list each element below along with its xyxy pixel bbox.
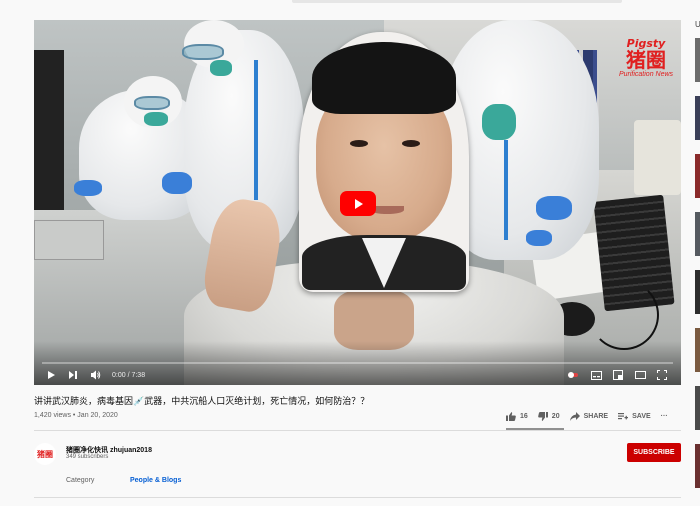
more-icon: ··· (660, 413, 668, 420)
subtitles-button[interactable] (587, 366, 605, 384)
like-count: 16 (520, 413, 528, 420)
dislike-button[interactable]: 20 (537, 412, 560, 421)
play-icon (48, 371, 55, 379)
video-actions: 16 20 SHARE SAVE ··· (506, 412, 668, 421)
theater-icon (634, 371, 646, 379)
category-link[interactable]: People & Blogs (130, 477, 181, 484)
share-label: SHARE (583, 413, 609, 420)
sidebar-thumbnail[interactable] (695, 444, 700, 488)
category-label: Category (66, 477, 95, 484)
sidebar-thumbnail[interactable] (695, 212, 700, 256)
sidebar-header-text: U (695, 20, 700, 29)
dislike-count: 20 (551, 413, 560, 420)
watermark-bottom-text: Purification News (618, 71, 674, 78)
next-button[interactable] (64, 366, 82, 384)
subscribe-button[interactable]: SUBSCRIBE (627, 443, 681, 462)
play-icon (355, 198, 363, 209)
fullscreen-button[interactable] (653, 366, 671, 384)
sidebar-thumbnail[interactable] (695, 270, 700, 314)
volume-icon (90, 370, 100, 380)
like-button[interactable]: 16 (506, 412, 528, 421)
volume-button[interactable] (86, 366, 104, 384)
channel-avatar[interactable]: 猪圈 (34, 443, 56, 465)
save-label: SAVE (632, 413, 651, 420)
subscriber-count: 349 subscribers (66, 454, 109, 460)
sidebar-thumbnail[interactable] (695, 38, 700, 82)
subtitles-icon (590, 370, 602, 380)
sidebar-thumbnail[interactable] (695, 154, 700, 198)
thumbs-down-icon (537, 412, 548, 421)
share-icon (569, 412, 580, 421)
channel-watermark-logo: Pigsty 猪圈 Purification News (616, 38, 676, 79)
sidebar-thumbnail[interactable] (695, 96, 700, 140)
play-button[interactable] (42, 366, 60, 384)
page: Pigsty 猪圈 Purification News 0:00 / 7:38 (0, 0, 700, 506)
fullscreen-icon (657, 370, 667, 380)
autoplay-icon (568, 372, 578, 378)
theater-mode-button[interactable] (631, 366, 649, 384)
playlist-add-icon (618, 413, 629, 420)
settings-button[interactable] (609, 366, 627, 384)
video-title: 讲讲武汉肺炎，病毒基因💉武器，中共沉船人口灭绝计划，死亡情况，如何防治？？ (34, 396, 370, 406)
miniplayer-icon (613, 370, 623, 380)
sidebar-thumbnail[interactable] (695, 386, 700, 430)
watermark-main-text: 猪圈 (626, 48, 666, 72)
save-button[interactable]: SAVE (618, 412, 651, 421)
skip-next-icon (69, 371, 77, 379)
video-player[interactable]: Pigsty 猪圈 Purification News 0:00 / 7:38 (34, 20, 681, 385)
view-count-date: 1,420 views • Jan 20, 2020 (34, 412, 118, 419)
share-button[interactable]: SHARE (569, 412, 609, 421)
time-display: 0:00 / 7:38 (112, 371, 146, 379)
more-actions-button[interactable]: ··· (661, 413, 668, 420)
big-play-button[interactable] (340, 191, 376, 216)
player-controls: 0:00 / 7:38 (34, 365, 681, 385)
progress-bar[interactable] (42, 362, 673, 364)
divider (34, 497, 681, 498)
thumbs-up-icon (506, 412, 516, 421)
divider (34, 430, 681, 431)
autoplay-toggle[interactable] (565, 366, 583, 384)
search-bar[interactable] (292, 0, 622, 3)
sidebar-thumbnail[interactable] (695, 328, 700, 372)
avatar-text: 猪圈 (37, 448, 53, 459)
